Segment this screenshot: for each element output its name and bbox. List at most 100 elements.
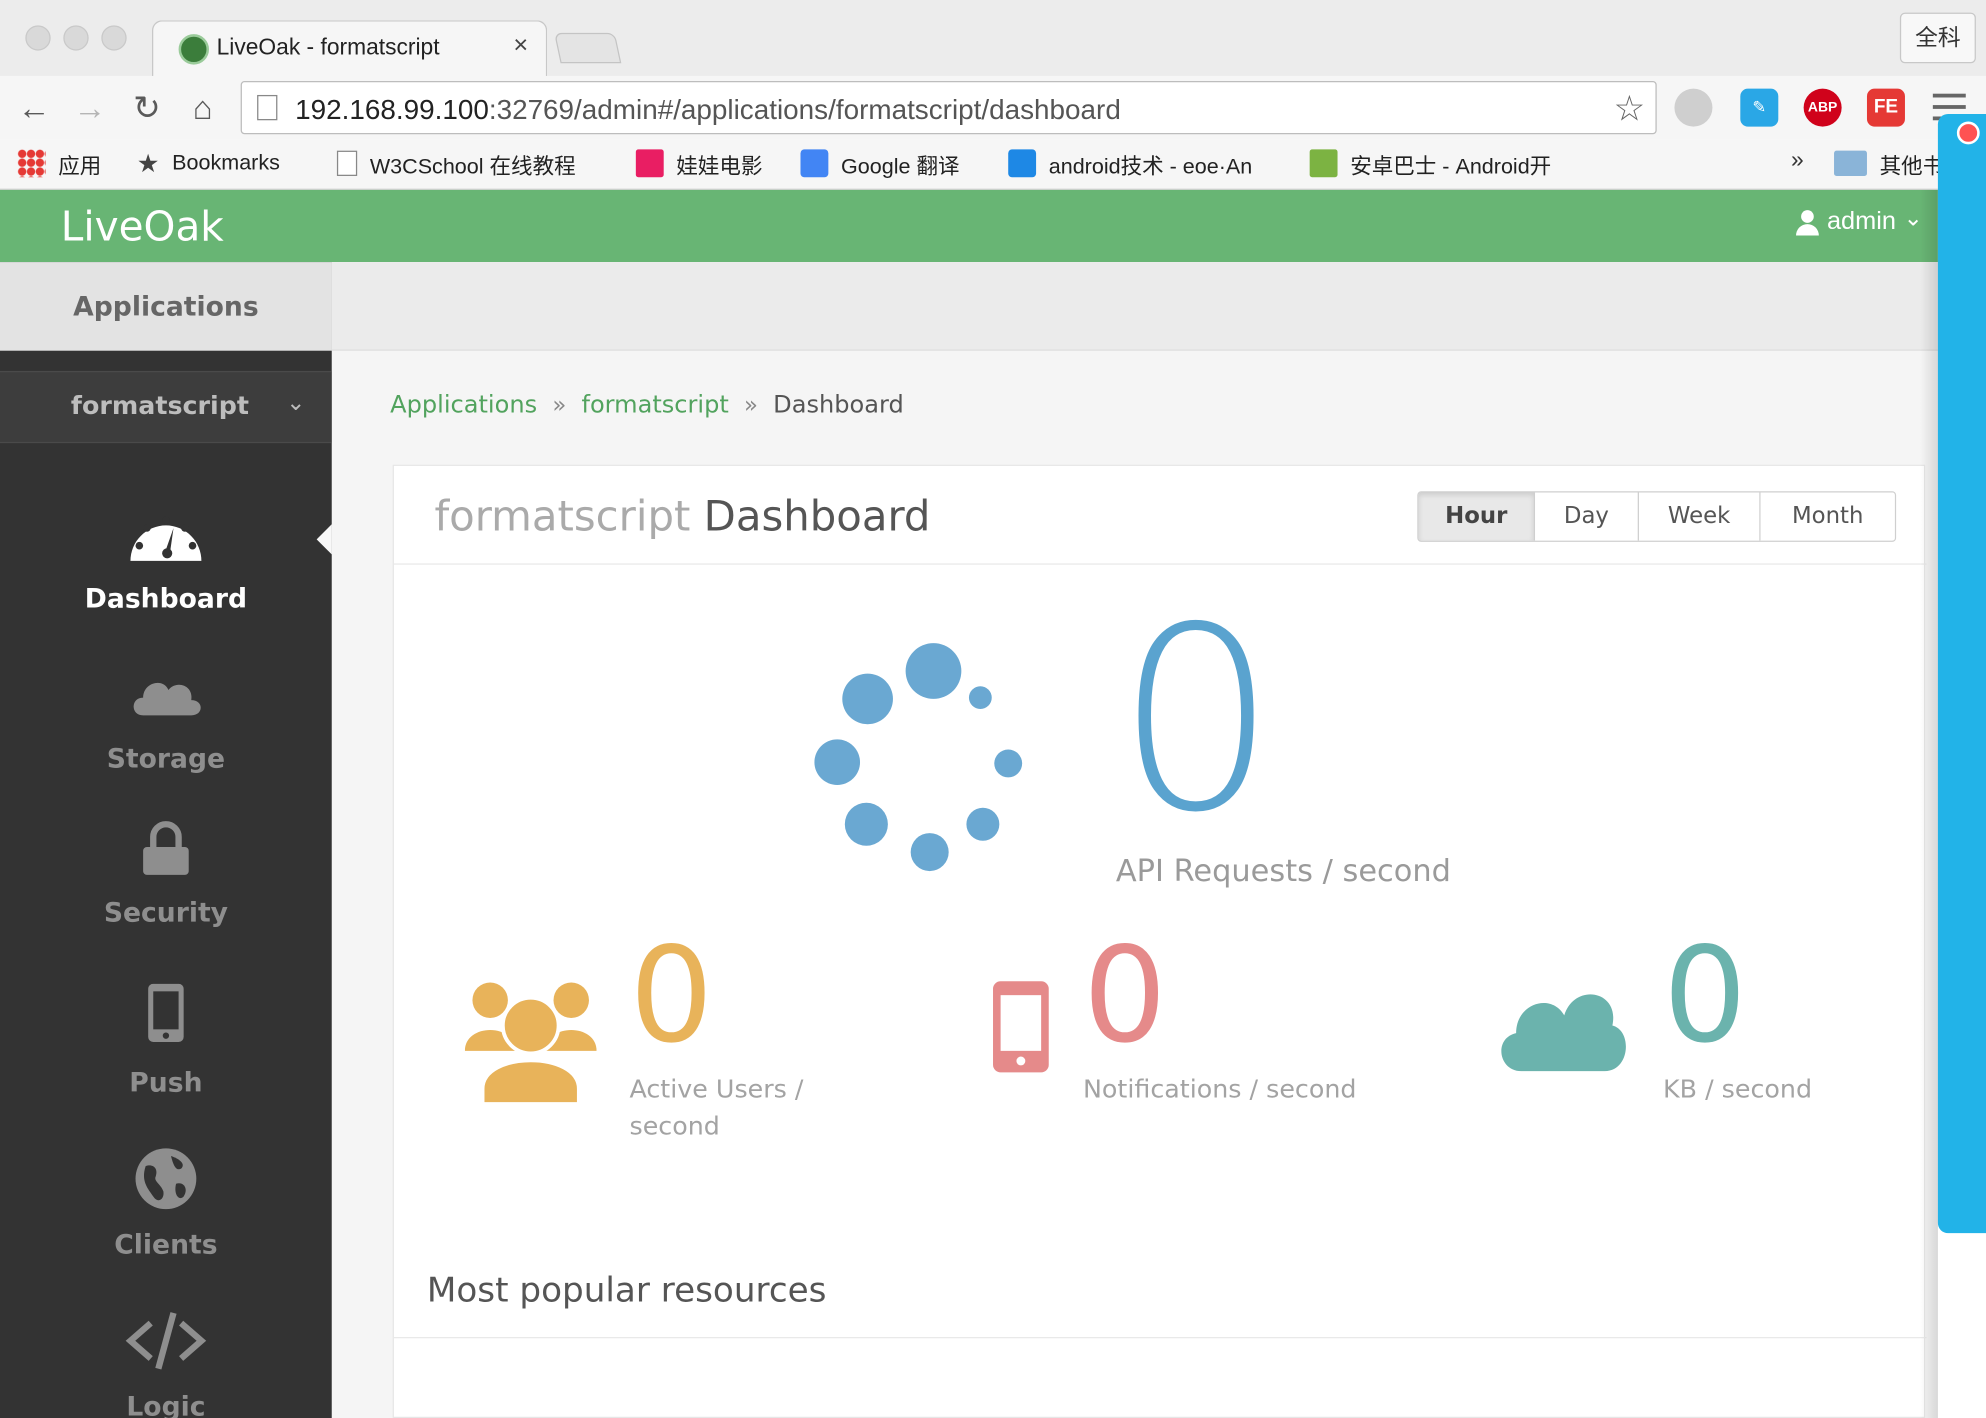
sidebar-item-push[interactable]: Push	[0, 983, 332, 1136]
apps-icon	[17, 149, 46, 178]
range-day-button[interactable]: Day	[1535, 492, 1639, 541]
dashboard-gauge-icon	[130, 516, 202, 561]
url-text[interactable]: 192.168.99.100:32769/admin#/applications…	[295, 94, 1121, 127]
api-requests-value: 0	[1115, 573, 1278, 869]
breadcrumb-applications[interactable]: Applications	[390, 391, 537, 419]
code-icon	[125, 1312, 207, 1370]
breadcrumb-separator: »	[552, 391, 567, 419]
folder-icon	[1834, 150, 1867, 176]
bookmark-bookmarks[interactable]: ★ Bookmarks	[137, 147, 280, 180]
tab-strip: LiveOak - formatscript × 全科	[0, 0, 1986, 79]
sidebar-item-label: Clients	[114, 1229, 218, 1260]
user-icon	[1796, 209, 1820, 235]
chevron-down-icon: ⌄	[286, 389, 306, 416]
minimize-window-button[interactable]	[63, 25, 89, 51]
notifications-label: Notifications / second	[1082, 1073, 1357, 1105]
range-month-button[interactable]: Month	[1760, 492, 1895, 541]
android-bus-icon	[1309, 149, 1338, 178]
more-bookmarks-icon[interactable]: »	[1791, 147, 1804, 174]
bookmark-other-folder[interactable]: 其他书	[1834, 147, 1944, 180]
range-week-button[interactable]: Week	[1638, 492, 1761, 541]
bookmark-star-icon[interactable]: ☆	[1614, 87, 1646, 129]
cloud-icon	[133, 682, 201, 716]
active-users-label: Active Users / second	[629, 1073, 804, 1141]
sidebar-item-label: Dashboard	[84, 583, 248, 615]
user-menu[interactable]: admin ⌄	[1796, 205, 1923, 237]
back-arrow-icon[interactable]: ←	[15, 89, 53, 127]
profile-button[interactable]: 全科	[1899, 12, 1976, 64]
lock-icon	[143, 821, 189, 875]
bookmark-apps[interactable]: 应用	[17, 147, 102, 180]
tab-title: LiveOak - formatscript	[216, 34, 440, 60]
brand-logo[interactable]: LiveOak	[61, 203, 224, 251]
new-tab-button[interactable]	[554, 32, 622, 64]
panel-header: formatscript Dashboard Hour Day Week Mon…	[393, 466, 1927, 565]
address-bar[interactable]: 192.168.99.100:32769/admin#/applications…	[240, 81, 1657, 135]
users-icon	[464, 982, 597, 1105]
side-overlay-panel[interactable]	[1937, 113, 1986, 1234]
sidebar-item-label: Push	[129, 1067, 203, 1098]
pen-extension-icon[interactable]: ✎	[1740, 88, 1779, 127]
bookmark-eoe[interactable]: android技术 - eoe·An	[1008, 147, 1252, 180]
bookmark-google-translate[interactable]: Google 翻译	[800, 147, 960, 180]
dashboard-panel: formatscript Dashboard Hour Day Week Mon…	[392, 464, 1927, 1418]
bookmark-label: android技术 - eoe·An	[1048, 153, 1253, 178]
breadcrumb-current: Dashboard	[773, 391, 904, 420]
main-content: Applications » formatscript » Dashboard …	[331, 262, 1938, 1418]
breadcrumb-app[interactable]: formatscript	[581, 391, 728, 419]
api-requests-label: API Requests / second	[1115, 853, 1451, 889]
bookmark-label: W3CSchool 在线教程	[369, 153, 576, 178]
bookmark-w3cschool[interactable]: W3CSchool 在线教程	[336, 147, 576, 180]
adblock-plus-icon[interactable]: ABP	[1803, 88, 1842, 127]
bookmark-label: Bookmarks	[172, 150, 280, 175]
active-users-value: 0	[629, 917, 714, 1073]
page-icon	[257, 94, 278, 121]
liveoak-favicon-icon	[178, 34, 209, 65]
kb-label: KB / second	[1663, 1073, 1813, 1105]
bookmark-label: Google 翻译	[841, 153, 960, 178]
tab-close-icon[interactable]: ×	[513, 32, 528, 61]
globe-icon	[135, 1148, 197, 1210]
sidebar-item-storage[interactable]: Storage	[0, 660, 332, 812]
close-window-button[interactable]	[25, 25, 51, 51]
sidebar-item-security[interactable]: Security	[0, 814, 332, 966]
sidebar-item-dashboard[interactable]: Dashboard	[0, 500, 332, 652]
overlay-shadow	[1920, 189, 1938, 1418]
content-top-strip	[331, 262, 1938, 351]
sidebar: Applications formatscript ⌄ Dashboard St	[0, 262, 332, 1418]
mobile-phone-icon	[993, 981, 1049, 1073]
sidebar-item-label: Logic	[126, 1391, 206, 1418]
range-hour-button[interactable]: Hour	[1418, 492, 1536, 541]
home-icon[interactable]: ⌂	[184, 89, 222, 127]
app-header: LiveOak admin ⌄	[0, 189, 1938, 263]
forward-arrow-icon[interactable]: →	[71, 89, 109, 127]
sidebar-applications-link[interactable]: Applications	[0, 262, 332, 351]
sidebar-item-label: Storage	[106, 743, 226, 774]
notification-dot-icon[interactable]	[1956, 121, 1980, 145]
maximize-window-button[interactable]	[101, 25, 127, 51]
eoe-icon	[1008, 149, 1037, 178]
bookmark-label: 安卓巴士 - Android开	[1350, 153, 1552, 178]
sidebar-item-clients[interactable]: Clients	[0, 1146, 332, 1298]
bookmark-label: 应用	[58, 153, 102, 178]
section-divider	[393, 1337, 1927, 1339]
active-item-pointer	[316, 524, 332, 555]
app-selector-label: formatscript	[70, 389, 249, 421]
translate-icon	[800, 149, 829, 178]
page-title: formatscript Dashboard	[434, 491, 930, 540]
app-selector[interactable]: formatscript ⌄	[0, 370, 332, 444]
sidebar-item-logic[interactable]: Logic	[0, 1308, 332, 1418]
bookmark-wawa[interactable]: 娃娃电影	[635, 147, 762, 180]
section-title: Most popular resources	[426, 1271, 827, 1311]
notifications-value: 0	[1082, 917, 1167, 1073]
browser-window: LiveOak - formatscript × 全科 ← → ↻ ⌂ 192.…	[0, 0, 1986, 1418]
reload-icon[interactable]: ↻	[128, 89, 166, 127]
loading-spinner-icon	[802, 631, 1043, 872]
cloud-icon	[1501, 994, 1626, 1072]
bookmark-android-bus[interactable]: 安卓巴士 - Android开	[1309, 147, 1552, 180]
fe-helper-icon[interactable]: FE	[1866, 88, 1905, 127]
globe-extension-icon[interactable]	[1674, 88, 1713, 127]
browser-tab[interactable]: LiveOak - formatscript ×	[151, 20, 548, 79]
breadcrumb-separator: »	[744, 391, 758, 419]
browser-toolbar: ← → ↻ ⌂ 192.168.99.100:32769/admin#/appl…	[0, 75, 1986, 140]
